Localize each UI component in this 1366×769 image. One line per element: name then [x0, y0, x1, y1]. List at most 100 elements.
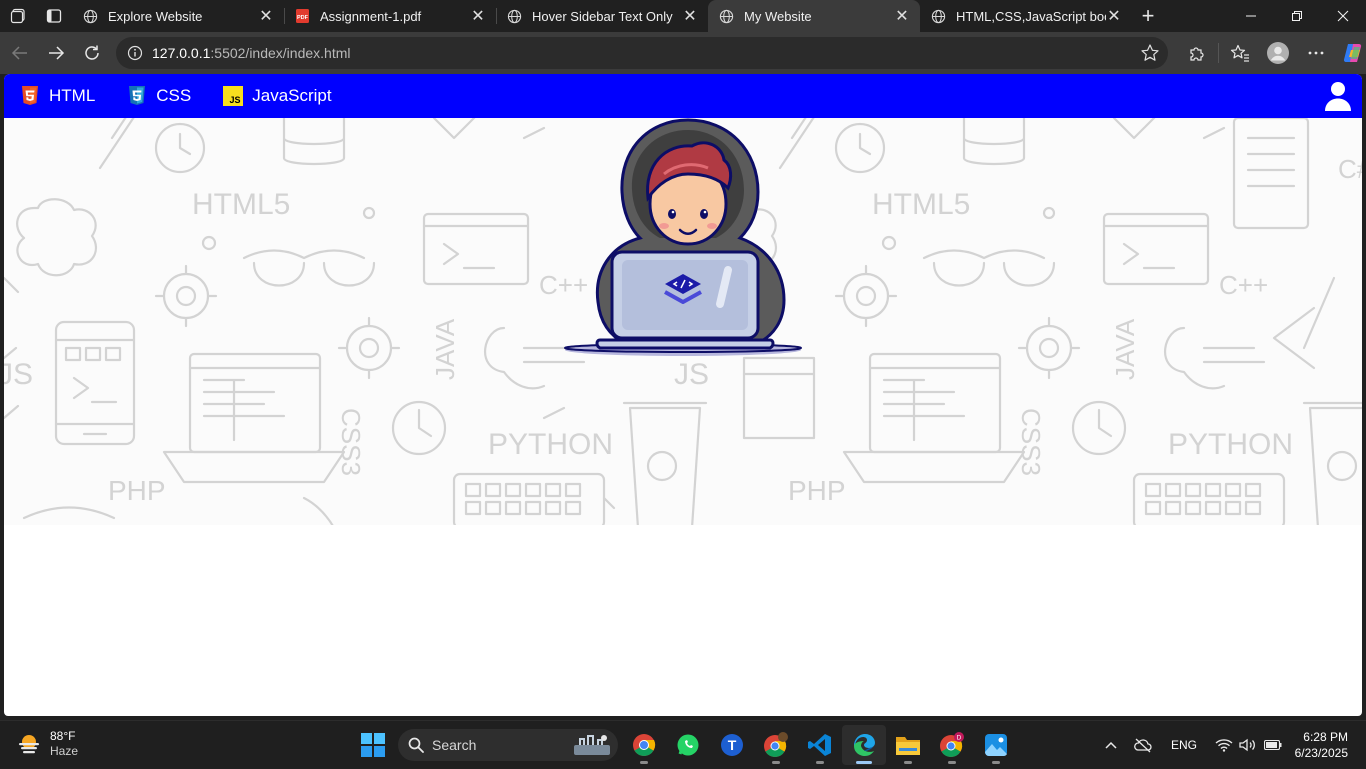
chrome-profile-icon — [764, 732, 788, 757]
taskbar-app-file-explorer[interactable] — [886, 725, 930, 765]
browser-tab-strip: Explore Website ✕ PDF Assignment-1.pdf ✕… — [0, 0, 1366, 32]
close-tab-icon[interactable]: ✕ — [1106, 8, 1122, 25]
doodle-word: PYTHON — [1168, 428, 1293, 461]
taskbar-app-photos[interactable] — [974, 725, 1018, 765]
tab-title: Hover Sidebar Text Only — [532, 8, 673, 24]
battery-button[interactable] — [1260, 721, 1286, 769]
favorites-button[interactable] — [1221, 32, 1259, 74]
close-tab-icon[interactable]: ✕ — [470, 8, 486, 25]
site-navbar: HTML CSS JS JavaScript — [4, 74, 1362, 118]
search-label: Search — [432, 737, 477, 753]
taskbar-app-edge[interactable] — [842, 725, 886, 765]
tab-actions-icon — [46, 9, 62, 23]
taskbar-app-chrome-d[interactable]: D — [930, 725, 974, 765]
html5-logo-icon — [20, 85, 40, 107]
browser-tab[interactable]: Hover Sidebar Text Only ✕ — [496, 0, 708, 32]
app-t-icon: T — [721, 734, 743, 756]
forward-button[interactable] — [38, 35, 74, 71]
close-tab-icon[interactable]: ✕ — [258, 8, 274, 25]
doodle-word: C++ — [1219, 270, 1268, 300]
taskbar-app-whatsapp[interactable] — [666, 725, 710, 765]
address-bar[interactable]: 127.0.0.1:5502/index/index.html — [116, 37, 1168, 69]
globe-icon — [930, 8, 946, 24]
workspaces-button[interactable] — [0, 0, 36, 32]
taskbar-clock[interactable]: 6:28 PM 6/23/2025 — [1295, 729, 1348, 761]
doodle-word: JS — [674, 358, 709, 391]
language-indicator[interactable]: ENG — [1164, 721, 1204, 769]
running-indicator — [992, 761, 1000, 764]
taskbar-app-t[interactable]: T — [710, 725, 754, 765]
windows-taskbar: 88°F Haze Search T D ENG 6:28 PM 6/23/20… — [0, 720, 1366, 768]
site-info-icon[interactable] — [126, 44, 144, 62]
running-indicator — [772, 761, 780, 764]
weather-widget[interactable]: 88°F Haze — [16, 729, 78, 759]
arrow-right-icon — [49, 46, 65, 60]
tab-title: Assignment-1.pdf — [320, 8, 422, 24]
wifi-button[interactable] — [1212, 721, 1236, 769]
doodle-word: CSS3 — [336, 408, 366, 476]
css3-logo-icon — [127, 85, 147, 107]
volume-button[interactable] — [1236, 721, 1260, 769]
tab-title: My Website — [744, 8, 812, 24]
pinned-apps: T D — [622, 725, 1018, 765]
browser-tab[interactable]: HTML,CSS,JavaScript book ✕ — [920, 0, 1132, 32]
show-hidden-icons-button[interactable] — [1100, 721, 1122, 769]
new-tab-button[interactable]: + — [1132, 0, 1164, 32]
weather-temperature: 88°F — [50, 729, 76, 743]
taskbar-app-vscode[interactable] — [798, 725, 842, 765]
file-explorer-icon — [896, 737, 920, 755]
system-tray: ENG — [1100, 721, 1286, 769]
workspaces-icon — [10, 8, 25, 24]
refresh-icon — [85, 45, 99, 60]
refresh-button[interactable] — [74, 35, 110, 71]
url-text: 127.0.0.1:5502/index/index.html — [152, 45, 350, 61]
nav-link-html[interactable]: HTML — [20, 85, 95, 107]
tab-actions-button[interactable] — [36, 0, 72, 32]
browser-tab-active[interactable]: My Website ✕ — [708, 0, 920, 32]
running-indicator — [816, 761, 824, 764]
copilot-icon — [1343, 44, 1362, 62]
taskbar-app-chrome[interactable] — [622, 725, 666, 765]
profile-button[interactable] — [1259, 32, 1297, 74]
pdf-icon: PDF — [294, 8, 310, 24]
profile-avatar-icon — [1267, 42, 1289, 64]
minimize-button[interactable] — [1228, 0, 1274, 32]
hacker-laptop-illustration — [564, 118, 802, 356]
edge-icon — [854, 734, 875, 756]
back-button[interactable] — [2, 35, 38, 71]
network-offline-button[interactable] — [1122, 721, 1164, 769]
globe-icon — [506, 8, 522, 24]
taskbar-app-chrome-profile[interactable] — [754, 725, 798, 765]
taskbar-search-box[interactable]: Search — [398, 729, 618, 761]
nav-link-css[interactable]: CSS — [127, 85, 191, 107]
globe-icon — [718, 8, 734, 24]
browser-tab[interactable]: PDF Assignment-1.pdf ✕ — [284, 0, 496, 32]
puzzle-icon — [1190, 47, 1204, 61]
close-window-button[interactable] — [1320, 0, 1366, 32]
doodle-word: C# — [1338, 154, 1362, 184]
toolbar-divider — [1218, 43, 1219, 63]
running-indicator — [948, 761, 956, 764]
svg-text:D: D — [957, 735, 962, 742]
doodle-word: HTML5 — [872, 188, 970, 221]
browser-tab[interactable]: Explore Website ✕ — [72, 0, 284, 32]
page-viewport: HTML CSS JS JavaScript HTML5 HTML5 C++ C… — [4, 74, 1362, 716]
extensions-button[interactable] — [1178, 32, 1216, 74]
doodle-word: HTML5 — [192, 188, 290, 221]
more-menu-button[interactable] — [1297, 32, 1335, 74]
running-indicator — [640, 761, 648, 764]
favorite-star-icon[interactable] — [1140, 43, 1160, 68]
copilot-button[interactable] — [1335, 32, 1366, 74]
url-host: 127.0.0.1 — [152, 45, 211, 61]
nav-link-label: JavaScript — [252, 86, 332, 105]
close-tab-icon[interactable]: ✕ — [682, 8, 698, 25]
nav-link-javascript[interactable]: JS JavaScript — [223, 85, 332, 107]
windows-start-icon[interactable] — [360, 732, 386, 758]
close-tab-icon[interactable]: ✕ — [894, 8, 910, 25]
user-account-icon[interactable] — [1322, 80, 1354, 112]
restore-button[interactable] — [1274, 0, 1320, 32]
close-icon — [1337, 10, 1349, 22]
cloud-off-icon — [1134, 738, 1152, 753]
weather-description: Haze — [50, 744, 79, 758]
window-controls — [1228, 0, 1366, 32]
